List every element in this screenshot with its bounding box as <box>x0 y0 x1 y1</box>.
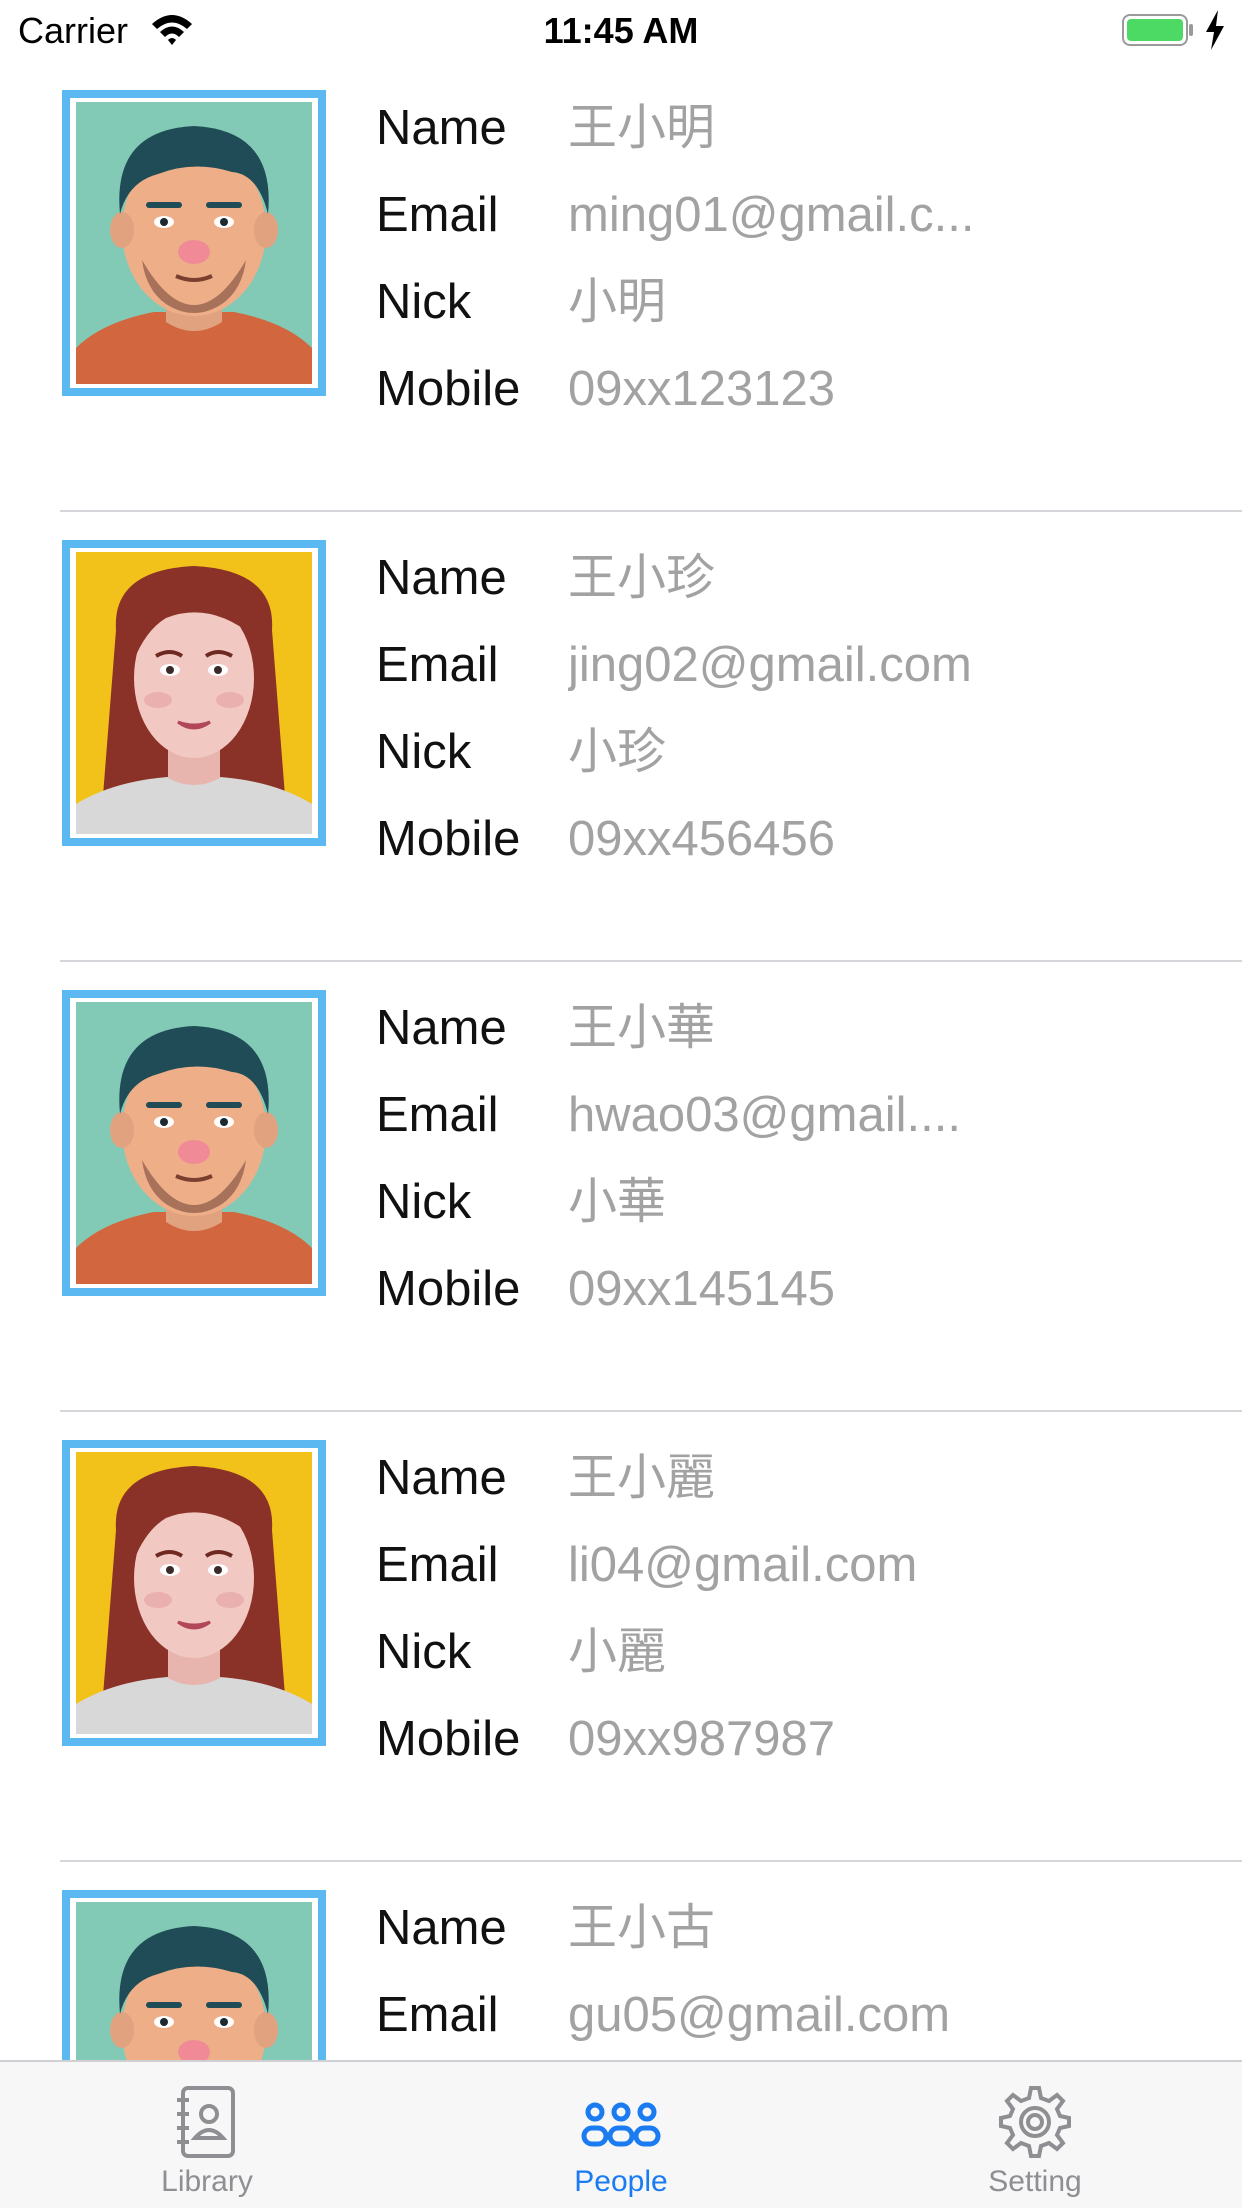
tab-people[interactable]: People <box>414 2062 828 2208</box>
tab-setting-label: Setting <box>988 2165 1082 2198</box>
email-value: li04@gmail.com <box>568 1538 918 1592</box>
nick-value: 小珍 <box>568 725 667 779</box>
email-label: Email <box>376 1988 499 2042</box>
nick-label: Nick <box>376 725 472 779</box>
list-item[interactable]: Name 王小麗 Email li04@gmail.com Nick 小麗 Mobile 09… <box>0 1412 1242 1862</box>
name-label: Name <box>376 1451 507 1505</box>
tab-people-label: People <box>574 2165 668 2198</box>
woman-avatar-image <box>62 540 326 846</box>
email-label: Email <box>376 1088 499 1142</box>
charging-bolt-icon <box>1206 10 1224 50</box>
list-item[interactable]: Name 王小珍 Email jing02@gmail.com Nick 小珍 Mobile… <box>0 512 1242 962</box>
people-icon <box>581 2102 661 2147</box>
tab-library[interactable]: Library <box>0 2062 414 2208</box>
mobile-label: Mobile <box>376 1262 521 1316</box>
man-avatar-image <box>62 90 326 396</box>
mobile-value: 09xx987987 <box>568 1712 836 1766</box>
people-list[interactable]: Name 王小明 Email ming01@gmail.c... Nick 小明 Mobil… <box>0 62 1242 2060</box>
mobile-value: 09xx145145 <box>568 1262 836 1316</box>
gear-icon <box>999 2086 1071 2158</box>
nick-label: Nick <box>376 1625 472 1679</box>
list-item[interactable]: Name 王小華 Email hwao03@gmail.... Nick 小華 Mobile… <box>0 962 1242 1412</box>
mobile-label: Mobile <box>376 1712 521 1766</box>
tab-library-label: Library <box>161 2165 253 2198</box>
email-value: gu05@gmail.com <box>568 1988 951 2042</box>
name-value: 王小明 <box>568 101 716 155</box>
name-label: Name <box>376 1901 507 1955</box>
battery-icon <box>1122 14 1193 46</box>
mobile-value: 09xx123123 <box>568 362 836 416</box>
name-value: 王小麗 <box>568 1451 716 1505</box>
name-label: Name <box>376 1001 507 1055</box>
nick-label: Nick <box>376 275 472 329</box>
list-item[interactable]: Name 王小古 Email gu05@gmail.com <box>0 1862 1242 2060</box>
name-value: 王小華 <box>568 1001 716 1055</box>
email-label: Email <box>376 188 499 242</box>
nick-label: Nick <box>376 1175 472 1229</box>
man-avatar-image <box>62 990 326 1296</box>
woman-avatar-image <box>62 1440 326 1746</box>
name-value: 王小珍 <box>568 551 716 605</box>
mobile-label: Mobile <box>376 812 521 866</box>
clock: 11:45 AM <box>543 10 699 51</box>
nick-value: 小麗 <box>568 1625 667 1679</box>
email-value: hwao03@gmail.... <box>568 1088 961 1142</box>
email-value: ming01@gmail.c... <box>568 188 975 242</box>
name-label: Name <box>376 101 507 155</box>
status-bar: Carrier 11:45 AM <box>0 0 1242 62</box>
name-value: 王小古 <box>568 1901 716 1955</box>
mobile-value: 09xx456456 <box>568 812 836 866</box>
nick-value: 小明 <box>568 275 667 329</box>
email-label: Email <box>376 1538 499 1592</box>
mobile-label: Mobile <box>376 362 521 416</box>
email-value: jing02@gmail.com <box>568 638 972 692</box>
tab-bar: Library People Setting <box>0 2060 1242 2208</box>
email-label: Email <box>376 638 499 692</box>
contacts-book-icon <box>177 2086 235 2158</box>
nick-value: 小華 <box>568 1175 667 1229</box>
man-avatar-image <box>62 1890 326 2060</box>
list-item[interactable]: Name 王小明 Email ming01@gmail.c... Nick 小明 Mobil… <box>0 62 1242 512</box>
tab-setting[interactable]: Setting <box>828 2062 1242 2208</box>
name-label: Name <box>376 551 507 605</box>
